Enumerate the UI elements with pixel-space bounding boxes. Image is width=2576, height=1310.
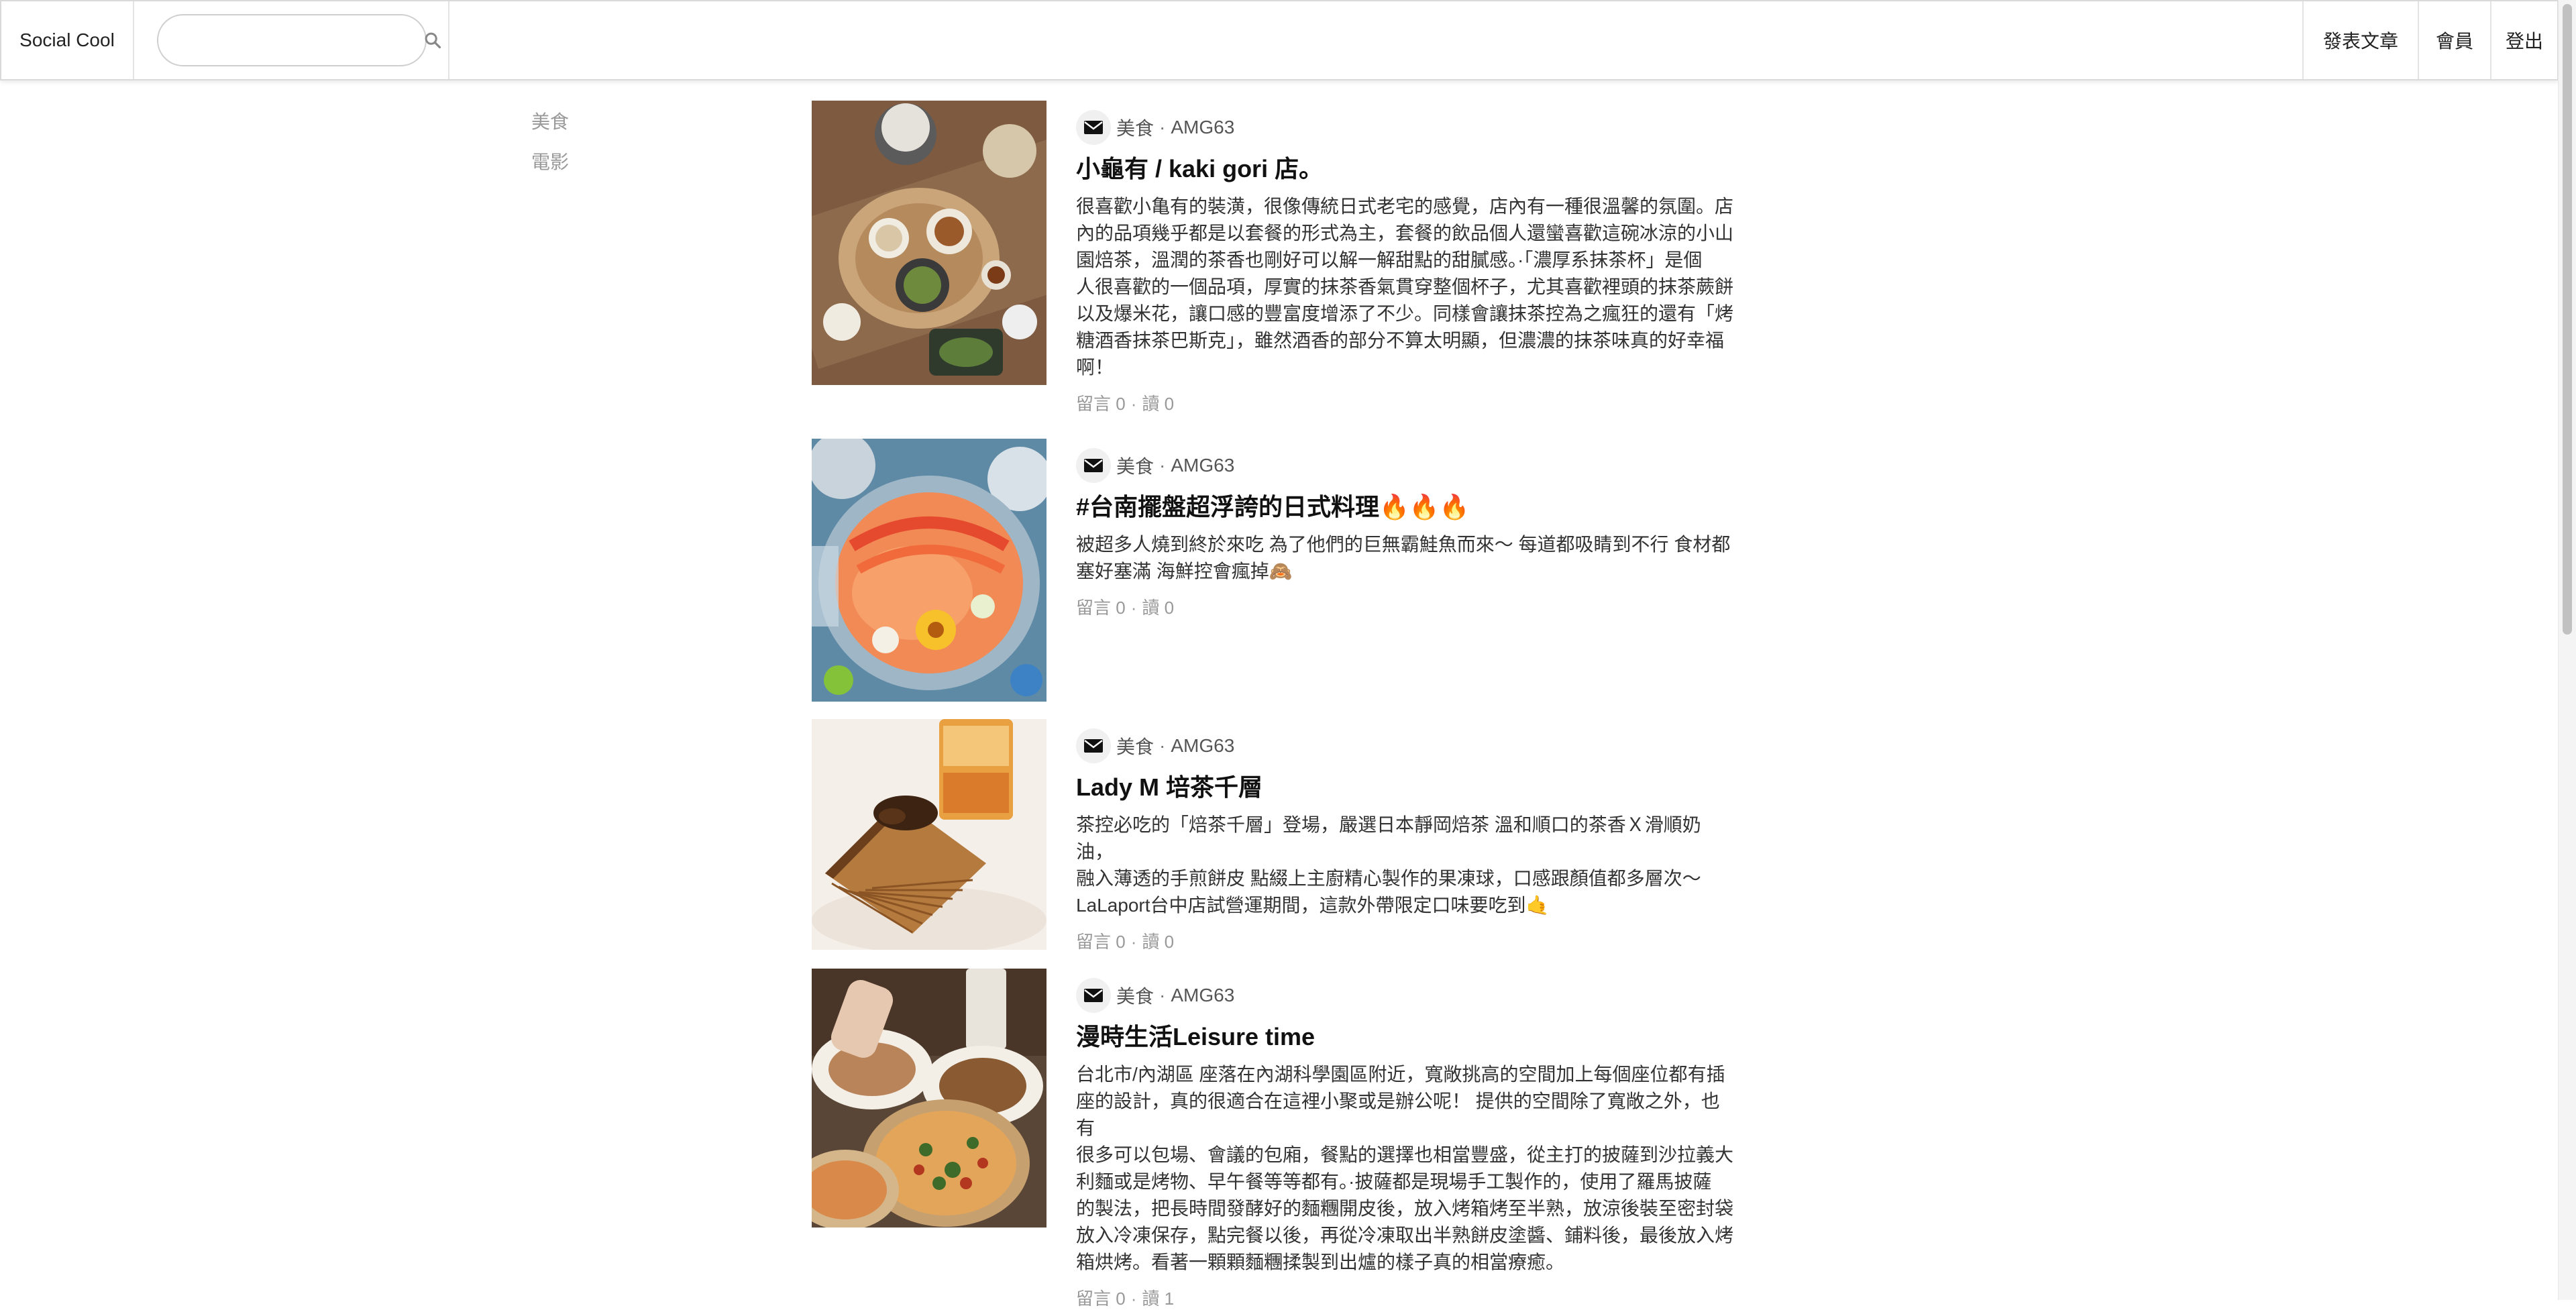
post-stats: 留言 0 · 讀 0: [1076, 932, 1175, 952]
comment-count: 留言 0: [1076, 1289, 1126, 1309]
post-stats: 留言 0 · 讀 0: [1076, 598, 1175, 618]
brand-logo[interactable]: Social Cool: [1, 1, 134, 79]
post-thumbnail-seafood[interactable]: [812, 439, 1046, 702]
comment-count: 留言 0: [1076, 598, 1126, 618]
comment-count: 留言 0: [1076, 932, 1126, 952]
page-scrollbar[interactable]: [2558, 0, 2576, 1300]
read-count: 讀 0: [1142, 932, 1175, 952]
post-category[interactable]: 美食: [1116, 114, 1154, 141]
post-thumbnail-matcha-dessert[interactable]: [812, 101, 1046, 385]
post-author[interactable]: AMG63: [1171, 117, 1234, 138]
post-author[interactable]: AMG63: [1171, 735, 1234, 757]
comment-count: 留言 0: [1076, 394, 1126, 414]
post-body: 美食 · AMG63 小龜有 / kaki gori 店。 很喜歡小亀有的裝潢，…: [1076, 101, 1737, 415]
post-author[interactable]: AMG63: [1171, 985, 1234, 1006]
post-category[interactable]: 美食: [1116, 982, 1154, 1009]
category-movies[interactable]: 電影: [531, 148, 569, 188]
post-excerpt: 被超多人燒到終於來吃 為了他們的巨無霸鮭魚而來～ 每道都吸睛到不行 食材都 塞好…: [1076, 534, 1731, 582]
post-author[interactable]: AMG63: [1171, 455, 1234, 476]
publish-post-link[interactable]: 發表文章: [2302, 1, 2418, 79]
search-area: [134, 1, 449, 79]
post-stats: 留言 0 · 讀 1: [1076, 1289, 1175, 1309]
search-box[interactable]: [157, 14, 441, 66]
post-thumbnail-crepe-cake[interactable]: [812, 719, 1046, 950]
read-count: 讀 0: [1142, 598, 1175, 618]
post-thumbnail-pizza[interactable]: [812, 969, 1046, 1227]
post-meta: 美食 · AMG63: [1076, 447, 1737, 484]
post-body: 美食 · AMG63 Lady M 培茶千層 茶控必吃的「焙茶千層」登場，嚴選日…: [1076, 719, 1737, 953]
member-link[interactable]: 會員: [2418, 1, 2490, 79]
category-food[interactable]: 美食: [531, 107, 569, 148]
mail-icon: [1076, 978, 1111, 1013]
post-title[interactable]: #台南擺盤超浮誇的日式料理🔥🔥🔥: [1076, 490, 1737, 525]
read-count: 讀 1: [1142, 1289, 1175, 1309]
read-count: 讀 0: [1142, 394, 1175, 414]
mail-icon: [1076, 728, 1111, 763]
search-input[interactable]: [178, 29, 423, 52]
post-body: 美食 · AMG63 #台南擺盤超浮誇的日式料理🔥🔥🔥 被超多人燒到終於來吃 為…: [1076, 439, 1737, 619]
post-stats: 留言 0 · 讀 0: [1076, 394, 1175, 414]
category-menu: 美食 電影: [531, 107, 569, 188]
logout-link[interactable]: 登出: [2490, 1, 2557, 79]
top-navbar: Social Cool 發表文章 會員 登出: [0, 0, 2559, 80]
post-title[interactable]: 漫時生活Leisure time: [1076, 1020, 1737, 1054]
post-category[interactable]: 美食: [1116, 452, 1154, 479]
post-title[interactable]: 小龜有 / kaki gori 店。: [1076, 152, 1737, 186]
post-category[interactable]: 美食: [1116, 732, 1154, 759]
post-meta: 美食 · AMG63: [1076, 109, 1737, 146]
post-body: 美食 · AMG63 漫時生活Leisure time 台北市/內湖區 座落在內…: [1076, 969, 1737, 1310]
post-excerpt: 台北市/內湖區 座落在內湖科學園區附近，寬敞挑高的空間加上每個座位都有插 座的設…: [1076, 1064, 1734, 1272]
mail-icon: [1076, 448, 1111, 483]
post-title[interactable]: Lady M 培茶千層: [1076, 770, 1737, 805]
search-icon[interactable]: [423, 30, 442, 50]
scrollbar-thumb[interactable]: [2563, 4, 2572, 635]
mail-icon: [1076, 110, 1111, 145]
post-meta: 美食 · AMG63: [1076, 727, 1737, 765]
post-excerpt: 很喜歡小亀有的裝潢，很像傳統日式老宅的感覺，店內有一種很溫馨的氛圍。店 內的品項…: [1076, 196, 1734, 378]
post-excerpt: 茶控必吃的「焙茶千層」登場，嚴選日本靜岡焙茶 溫和順口的茶香Ｘ滑順奶油， 融入薄…: [1076, 814, 1701, 916]
post-meta: 美食 · AMG63: [1076, 977, 1737, 1014]
